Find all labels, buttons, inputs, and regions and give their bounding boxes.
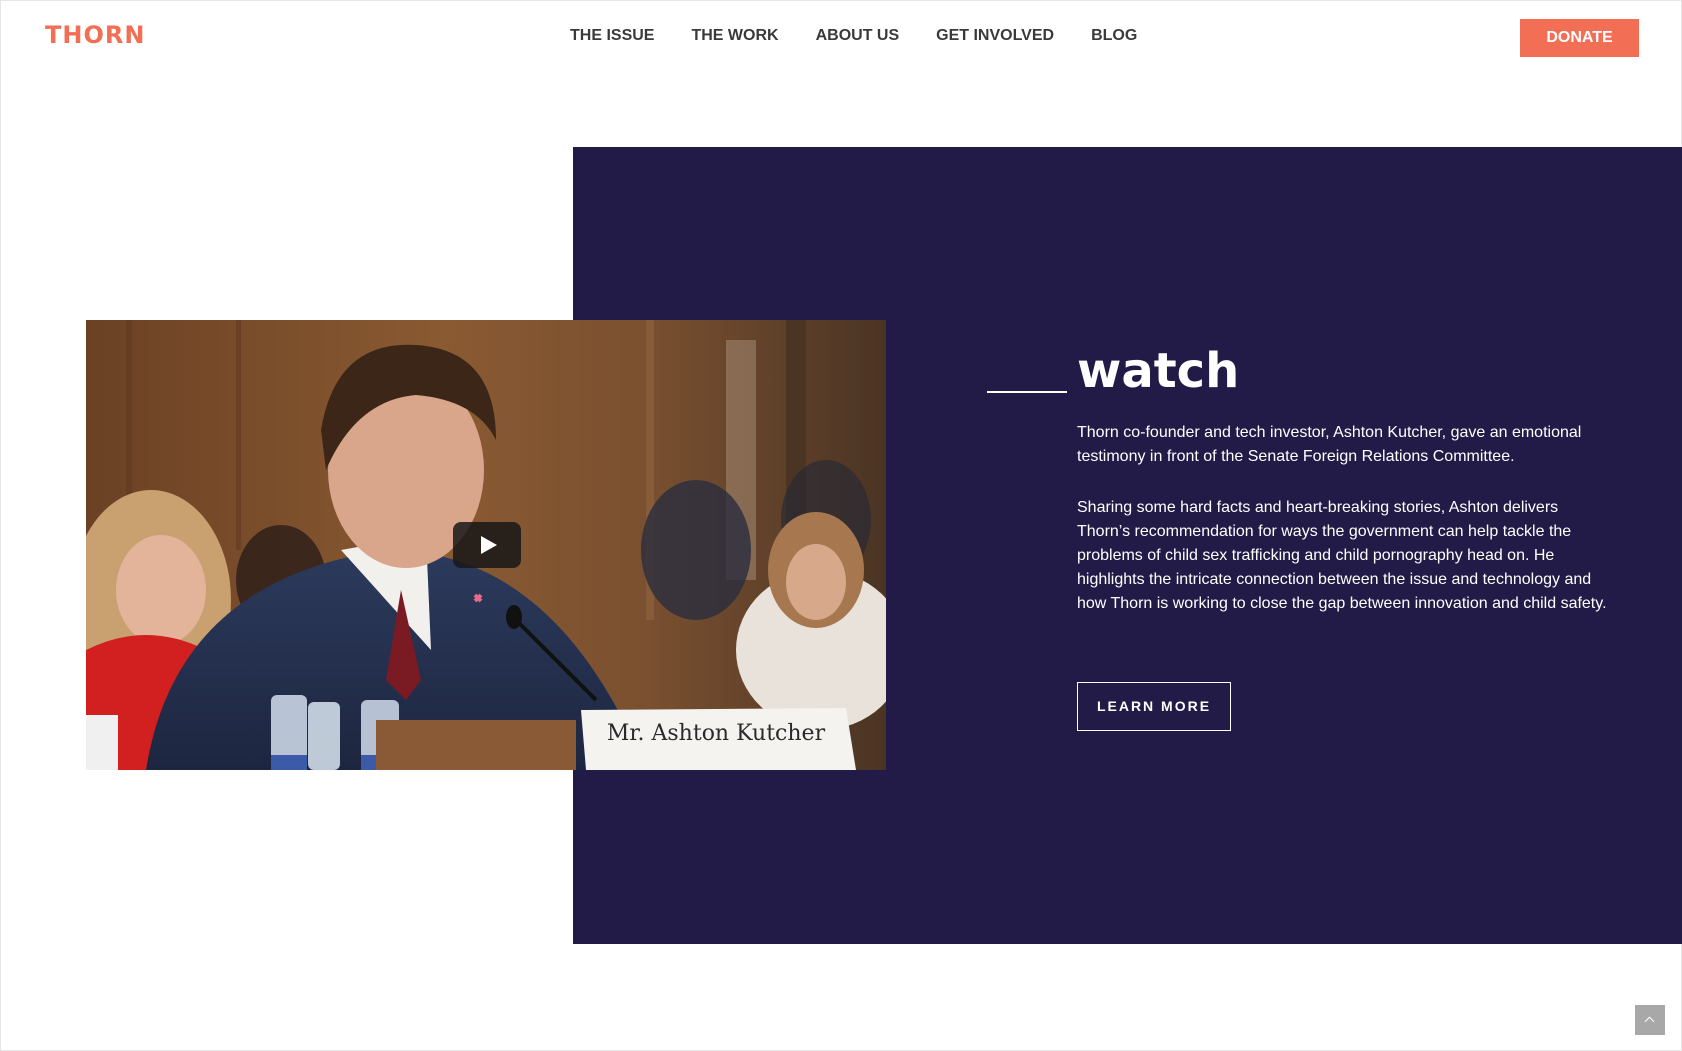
chevron-up-icon — [1644, 1016, 1655, 1027]
nav-item-blog[interactable]: BLOG — [1091, 27, 1137, 45]
page: THORN THE ISSUE THE WORK ABOUT US GET IN… — [0, 0, 1682, 1051]
section-heading: watch — [1077, 343, 1240, 399]
nameplate-text: Mr. Ashton Kutcher — [607, 721, 826, 746]
scroll-to-top-button[interactable] — [1635, 1005, 1665, 1035]
learn-more-button[interactable]: LEARN MORE — [1077, 682, 1231, 731]
thorn-logo[interactable]: THORN — [45, 21, 145, 49]
heading-divider — [987, 391, 1067, 393]
nav-item-get-involved[interactable]: GET INVOLVED — [936, 27, 1054, 45]
donate-button[interactable]: DONATE — [1520, 19, 1639, 57]
play-button[interactable] — [453, 522, 521, 568]
intro-paragraph: Thorn co-founder and tech investor, Asht… — [1077, 424, 1582, 465]
video-player[interactable]: Mr. Ashton Kutcher — [86, 320, 886, 770]
nav-item-the-work[interactable]: THE WORK — [691, 27, 778, 45]
main-nav: THE ISSUE THE WORK ABOUT US GET INVOLVED… — [570, 27, 1174, 45]
play-icon — [481, 536, 497, 554]
nav-item-the-issue[interactable]: THE ISSUE — [570, 27, 654, 45]
body-paragraph: Sharing some hard facts and heart-breaki… — [1077, 499, 1607, 612]
nav-item-about-us[interactable]: ABOUT US — [816, 27, 900, 45]
